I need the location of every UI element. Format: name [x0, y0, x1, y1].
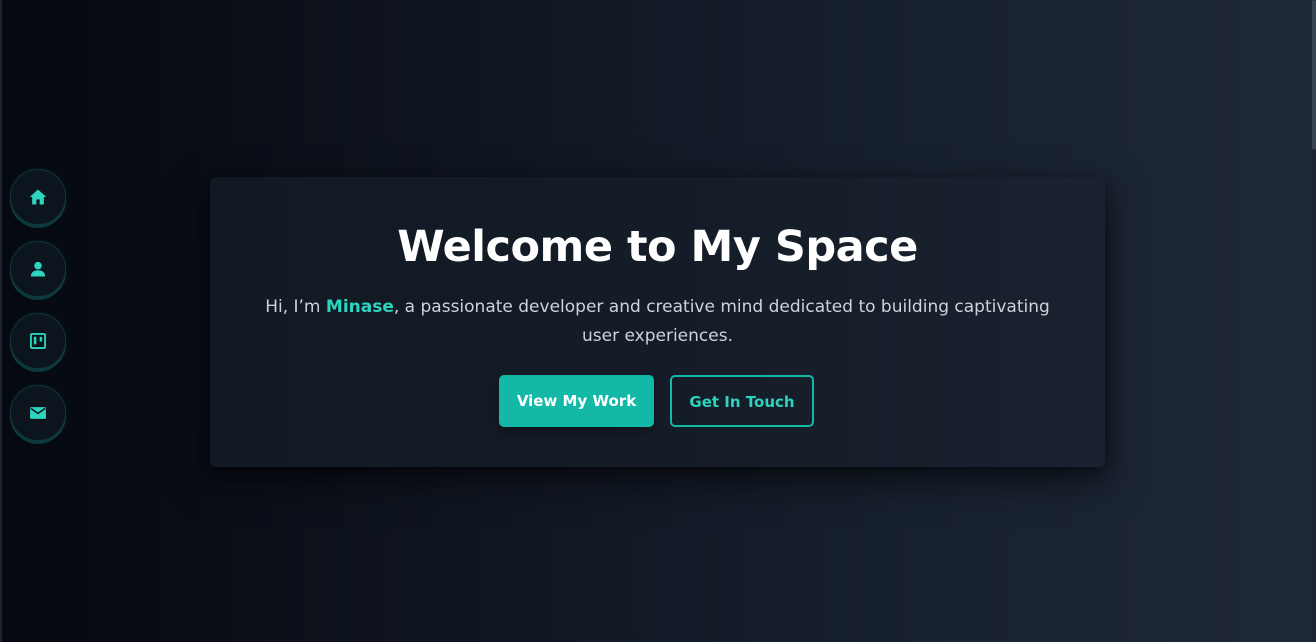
- nav-contact-button[interactable]: [10, 385, 66, 441]
- user-icon: [30, 261, 46, 277]
- home-icon: [29, 189, 47, 205]
- nav-home-button[interactable]: [10, 169, 66, 225]
- get-in-touch-button[interactable]: Get In Touch: [670, 375, 814, 427]
- intro-prefix: Hi, I’m: [265, 297, 326, 317]
- intro-suffix: , a passionate developer and creative mi…: [393, 297, 1050, 346]
- intro-name: Minase: [325, 297, 394, 317]
- intro-text: Hi, I’m Minase, a passionate developer a…: [250, 293, 1065, 351]
- scrollbar-track[interactable]: [1312, 0, 1316, 642]
- nav-projects-button[interactable]: [10, 313, 66, 369]
- mail-icon: [30, 407, 46, 419]
- board-icon: [30, 333, 46, 349]
- hero-card: Welcome to My Space Hi, I’m Minase, a pa…: [210, 177, 1105, 467]
- scrollbar-thumb[interactable]: [1312, 0, 1316, 150]
- page-title: Welcome to My Space: [397, 222, 918, 272]
- view-my-work-button[interactable]: View My Work: [499, 375, 654, 427]
- window-left-edge: [0, 0, 2, 642]
- nav-about-button[interactable]: [10, 241, 66, 297]
